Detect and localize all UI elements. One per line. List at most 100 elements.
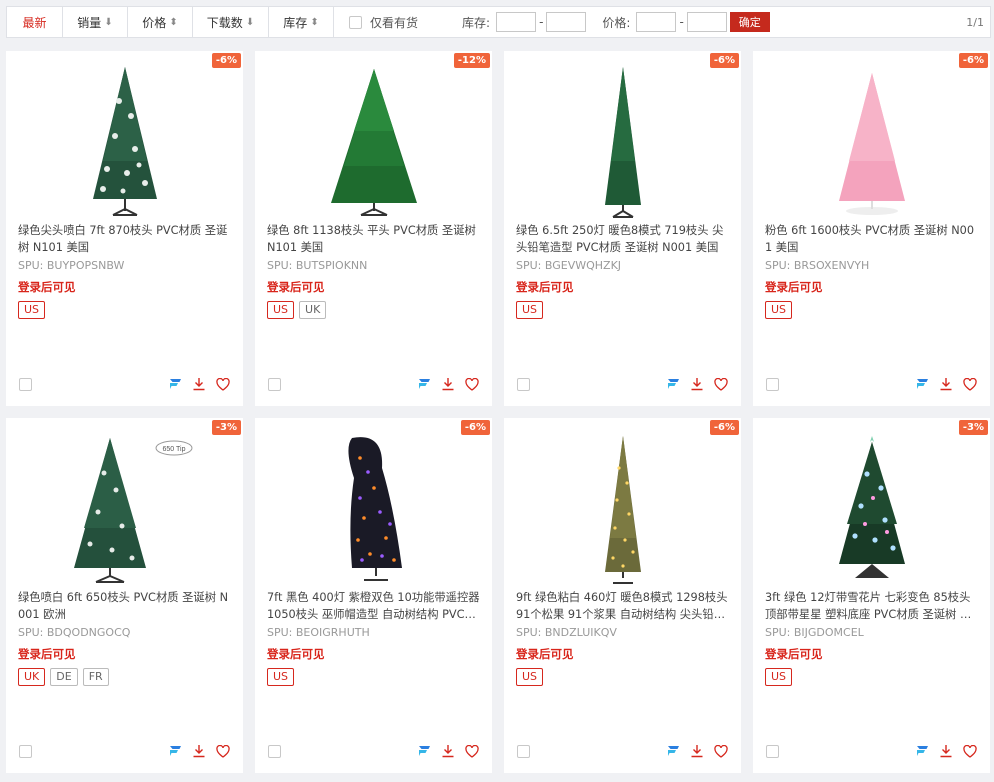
favorite-heart-icon[interactable] xyxy=(962,743,978,759)
sort-toggle-icon: ⬍ xyxy=(310,16,319,28)
product-image[interactable] xyxy=(255,59,492,223)
product-image[interactable] xyxy=(6,59,243,223)
christmas-tree-image xyxy=(604,436,641,584)
card-actions xyxy=(665,743,729,759)
card-actions xyxy=(914,743,978,759)
region-tag: US xyxy=(516,668,544,686)
region-tags: US xyxy=(765,668,793,686)
login-to-view: 登录后可见 xyxy=(18,280,76,294)
product-title[interactable]: 绿色 6.5ft 250灯 暖色8模式 719枝头 尖头铅笔造型 PVC材质 圣… xyxy=(516,222,730,256)
publish-icon[interactable] xyxy=(167,743,183,759)
christmas-tree-image xyxy=(838,436,905,578)
region-tag: US xyxy=(18,301,46,319)
product-title[interactable]: 粉色 6ft 1600枝头 PVC材质 圣诞树 N001 美国 xyxy=(765,222,979,256)
image-label: 650 Tip xyxy=(162,446,185,453)
product-title[interactable]: 9ft 绿色粘白 460灯 暖色8模式 1298枝头 91个松果 91个浆果 自… xyxy=(516,589,730,623)
page-indicator: 1/1 xyxy=(966,15,984,29)
download-icon[interactable] xyxy=(938,376,954,392)
publish-icon[interactable] xyxy=(416,743,432,759)
in-stock-checkbox[interactable] xyxy=(349,15,362,29)
product-image[interactable] xyxy=(504,426,741,590)
tab-stock[interactable]: 库存 ⬍ xyxy=(269,7,334,37)
tab-price[interactable]: 价格 ⬍ xyxy=(128,7,193,37)
favorite-heart-icon[interactable] xyxy=(215,743,231,759)
tab-latest[interactable]: 最新 xyxy=(7,7,63,37)
login-to-view: 登录后可见 xyxy=(267,280,325,294)
select-checkbox[interactable] xyxy=(268,745,281,758)
christmas-tree-image xyxy=(92,67,157,216)
product-spu: SPU: BUTSPIOKNN xyxy=(267,259,368,272)
card-actions xyxy=(416,376,480,392)
publish-icon[interactable] xyxy=(914,743,930,759)
login-to-view: 登录后可见 xyxy=(516,280,574,294)
product-card[interactable]: -6% 绿色尖头喷白 7ft 870枝头 PVC材质 圣诞树 N101 美国 S… xyxy=(6,51,243,406)
product-card[interactable]: -3% 650 Tip 绿色喷白 6ft 650枝头 PVC材质 圣诞树 N00… xyxy=(6,418,243,773)
product-image[interactable] xyxy=(504,59,741,223)
product-image[interactable] xyxy=(753,59,990,223)
product-spu: SPU: BDQODNGOCQ xyxy=(18,626,131,639)
select-checkbox[interactable] xyxy=(268,378,281,391)
select-checkbox[interactable] xyxy=(766,745,779,758)
favorite-heart-icon[interactable] xyxy=(464,743,480,759)
product-title[interactable]: 绿色 8ft 1138枝头 平头 PVC材质 圣诞树 N101 美国 xyxy=(267,222,481,256)
product-image[interactable] xyxy=(753,426,990,590)
stock-max-input[interactable] xyxy=(546,12,587,32)
download-icon[interactable] xyxy=(440,743,456,759)
login-to-view: 登录后可见 xyxy=(765,647,823,661)
in-stock-filter[interactable]: 仅看有货 xyxy=(349,14,418,31)
region-tag: US xyxy=(765,301,793,319)
publish-icon[interactable] xyxy=(665,743,681,759)
publish-icon[interactable] xyxy=(665,376,681,392)
tab-downloads[interactable]: 下载数 ⬇ xyxy=(193,7,269,37)
filter-toolbar: 最新 销量 ⬇ 价格 ⬍ 下载数 ⬇ 库存 ⬍ 仅看有货 库存: - 价格: -… xyxy=(6,6,991,38)
download-icon[interactable] xyxy=(689,376,705,392)
download-icon[interactable] xyxy=(191,743,207,759)
tab-label: 库存 xyxy=(283,15,308,30)
region-tag: US xyxy=(267,301,295,319)
product-title[interactable]: 绿色喷白 6ft 650枝头 PVC材质 圣诞树 N001 欧洲 xyxy=(18,589,232,623)
stock-range-label: 库存: xyxy=(462,15,491,30)
publish-icon[interactable] xyxy=(167,376,183,392)
download-icon[interactable] xyxy=(938,743,954,759)
select-checkbox[interactable] xyxy=(517,378,530,391)
product-card[interactable]: -6% 9ft 绿色粘白 460灯 暖色8模式 1298枝头 91个松果 91个… xyxy=(504,418,741,773)
favorite-heart-icon[interactable] xyxy=(464,376,480,392)
christmas-tree-image xyxy=(838,73,905,215)
select-checkbox[interactable] xyxy=(19,378,32,391)
login-to-view: 登录后可见 xyxy=(516,647,574,661)
region-tags: US xyxy=(516,668,544,686)
favorite-heart-icon[interactable] xyxy=(962,376,978,392)
stock-min-input[interactable] xyxy=(496,12,537,32)
favorite-heart-icon[interactable] xyxy=(713,743,729,759)
favorite-heart-icon[interactable] xyxy=(215,376,231,392)
confirm-button[interactable]: 确定 xyxy=(729,12,770,32)
product-card[interactable]: -6% 粉色 6ft 1600枝头 PVC材质 圣诞树 N001 美国 SPU:… xyxy=(753,51,990,406)
product-image[interactable]: 650 Tip xyxy=(6,426,243,590)
product-title[interactable]: 3ft 绿色 12灯带雪花片 七彩变色 85枝头 顶部带星星 塑料底座 PVC材… xyxy=(765,589,979,623)
select-checkbox[interactable] xyxy=(517,745,530,758)
tab-label: 销量 xyxy=(77,15,102,30)
publish-icon[interactable] xyxy=(914,376,930,392)
product-image[interactable] xyxy=(255,426,492,590)
product-title[interactable]: 绿色尖头喷白 7ft 870枝头 PVC材质 圣诞树 N101 美国 xyxy=(18,222,232,256)
price-max-input[interactable] xyxy=(686,12,727,32)
select-checkbox[interactable] xyxy=(19,745,32,758)
product-title[interactable]: 7ft 黑色 400灯 紫橙双色 10功能带遥控器 1050枝头 巫师帽造型 自… xyxy=(267,589,481,623)
region-tag: FR xyxy=(82,668,109,686)
product-card[interactable]: -3% 3ft 绿色 12灯带雪花片 七彩变色 85枝头 顶部带星星 塑料底座 … xyxy=(753,418,990,773)
price-min-input[interactable] xyxy=(636,12,677,32)
download-icon[interactable] xyxy=(440,376,456,392)
product-card[interactable]: -6% 7ft 黑色 400灯 紫橙双色 10功能带遥控器 1050枝头 巫师帽… xyxy=(255,418,492,773)
sort-down-icon: ⬇ xyxy=(245,16,255,28)
tab-sales[interactable]: 销量 ⬇ xyxy=(63,7,128,37)
download-icon[interactable] xyxy=(191,376,207,392)
select-checkbox[interactable] xyxy=(766,378,779,391)
product-card[interactable]: -12% 绿色 8ft 1138枝头 平头 PVC材质 圣诞树 N101 美国 … xyxy=(255,51,492,406)
download-icon[interactable] xyxy=(689,743,705,759)
range-dash: - xyxy=(539,15,544,29)
favorite-heart-icon[interactable] xyxy=(713,376,729,392)
christmas-tree-image xyxy=(604,67,641,218)
sort-toggle-icon: ⬍ xyxy=(169,16,178,28)
publish-icon[interactable] xyxy=(416,376,432,392)
product-card[interactable]: -6% 绿色 6.5ft 250灯 暖色8模式 719枝头 尖头铅笔造型 PVC… xyxy=(504,51,741,406)
